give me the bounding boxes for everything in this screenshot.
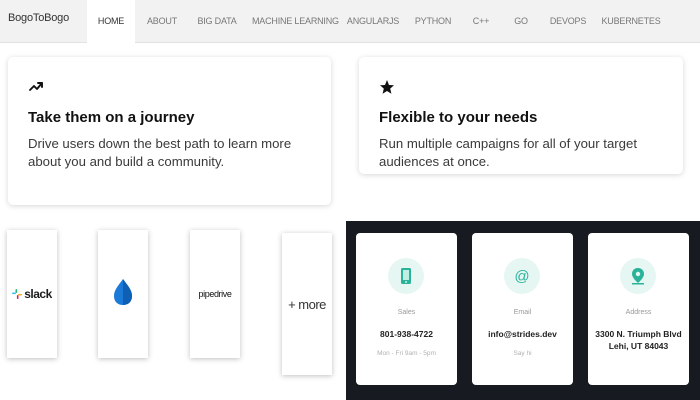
nav-item-machine-learning[interactable]: MACHINE LEARNING [252,0,339,43]
contact-sub: Say hi [513,350,532,357]
integration-card-more[interactable]: + more [282,233,332,375]
onedrive-icon [112,278,134,311]
integration-card-pipedrive[interactable]: pipedrive [190,230,240,358]
contact-label: Address [625,309,652,316]
integration-card-onedrive[interactable] [98,230,148,358]
contact-card-address: Address 3300 N. Triumph Blvd Lehi, UT 84… [588,233,689,385]
more-label: + more [288,296,326,312]
feature-description: Run multiple campaigns for all of your t… [379,136,638,169]
integration-card-slack[interactable]: slack [7,230,57,358]
nav-item-cpp[interactable]: C++ [466,0,496,43]
feature-card-flexible: Flexible to your needs Run multiple camp… [359,57,683,174]
top-navbar: BogoToBogo HOME ABOUT BIG DATA MACHINE L… [0,0,700,43]
pipedrive-logo: pipedrive [198,289,232,299]
nav-item-big-data[interactable]: BIG DATA [192,0,242,43]
contact-value[interactable]: 801-938-4722 [356,328,457,340]
nav-item-devops[interactable]: DEVOPS [548,0,588,43]
brand-logo[interactable]: BogoToBogo [8,12,69,24]
contact-card-sales: Sales 801-938-4722 Mon - Fri 9am - 5pm [356,233,457,385]
feature-title: Take them on a journey [28,109,195,126]
star-icon [379,79,395,95]
nav-item-about[interactable]: ABOUT [140,0,184,43]
svg-text:@: @ [514,268,529,285]
slack-logo: slack [12,287,52,301]
phone-icon [388,258,424,294]
nav-item-home[interactable]: HOME [87,0,135,43]
at-icon: @ [504,258,540,294]
contact-label: Email [513,309,532,316]
contact-value[interactable]: info@strides.dev [472,328,573,340]
contact-card-email: @ Email info@strides.dev Say hi [472,233,573,385]
contact-label: Sales [397,309,416,316]
map-pin-icon [620,258,656,294]
nav-item-go[interactable]: GO [506,0,536,43]
address-line-1: 3300 N. Triumph Blvd [595,329,682,339]
nav-item-kubernetes[interactable]: KUBERNETES [600,0,662,43]
nav-item-python[interactable]: PYTHON [410,0,456,43]
address-line-2: Lehi, UT 84043 [608,341,669,351]
nav-item-angularjs[interactable]: ANGULARJS [346,0,400,43]
feature-card-journey: Take them on a journey Drive users down … [8,57,331,205]
feature-title: Flexible to your needs [379,109,538,126]
trending-up-icon [28,79,44,95]
contact-value: 3300 N. Triumph Blvd Lehi, UT 84043 [588,328,689,352]
slack-label: slack [24,287,52,301]
slack-icon [12,289,23,299]
feature-description: Drive users down the best path to learn … [28,136,292,169]
contact-hours: Mon - Fri 9am - 5pm [377,350,436,357]
